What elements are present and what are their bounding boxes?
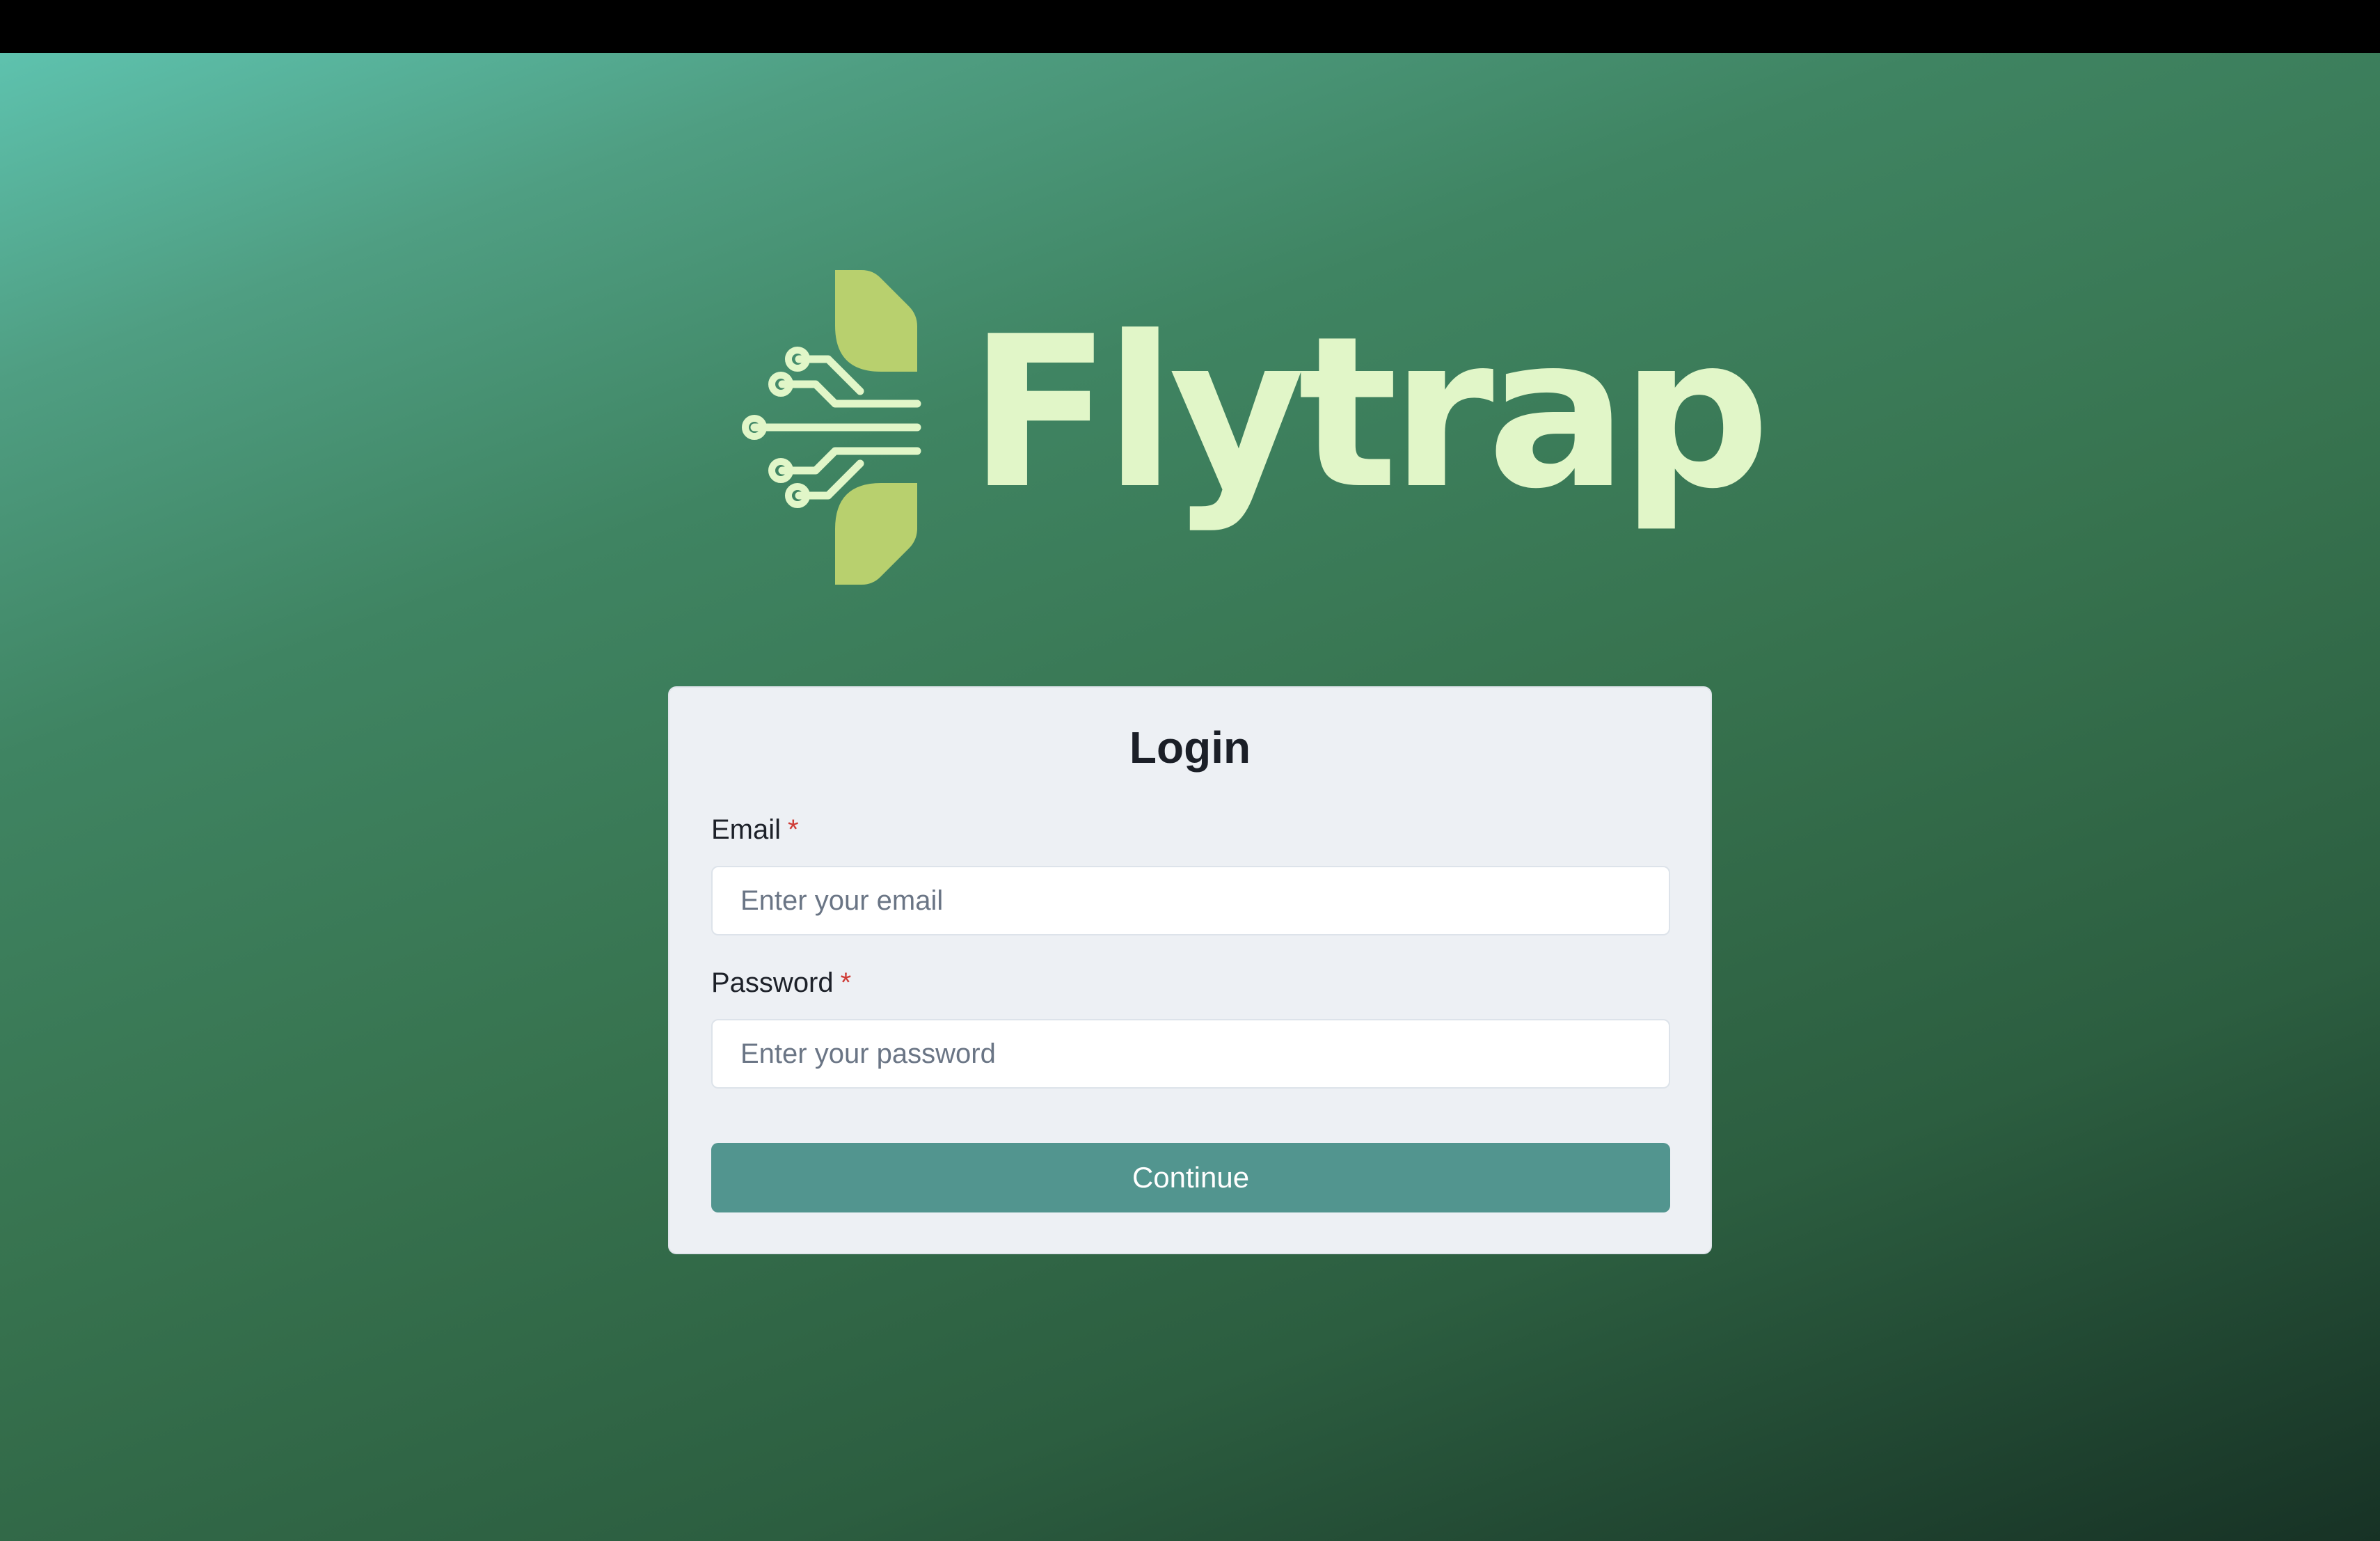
login-page: Flytrap Login Email* Password* Continue [0, 0, 2380, 1541]
login-title: Login [1129, 722, 1251, 773]
continue-button[interactable]: Continue [711, 1143, 1670, 1212]
login-card: Login Email* Password* Continue [668, 686, 1712, 1254]
password-input[interactable] [711, 1019, 1670, 1089]
password-label: Password * [711, 969, 851, 997]
email-input[interactable] [711, 866, 1670, 935]
email-label-text: Email [711, 814, 782, 845]
brand-wordmark: Flytrap [969, 292, 1770, 535]
top-bar [0, 0, 2380, 53]
password-required-indicator: * [840, 967, 852, 998]
email-label: Email * [711, 816, 799, 844]
brand-logo: Flytrap [738, 267, 1770, 587]
password-label-text: Password [711, 967, 834, 998]
circuit-leaf-icon [742, 270, 921, 585]
email-required-indicator: * [788, 814, 799, 845]
